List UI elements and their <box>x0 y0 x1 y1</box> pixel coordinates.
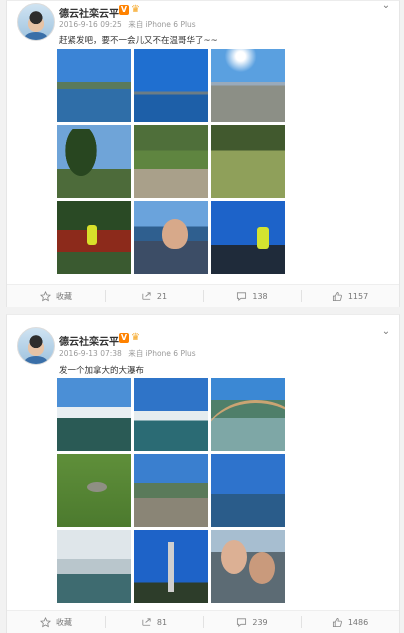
photo-grid <box>57 378 285 603</box>
verified-badge: V <box>119 333 129 343</box>
comment-button[interactable]: 239 <box>203 611 301 633</box>
post-meta: 2016-9-16 09:25 来自 iPhone 6 Plus <box>59 19 200 30</box>
timestamp[interactable]: 2016-9-16 09:25 <box>59 20 122 29</box>
collect-button[interactable]: 收藏 <box>7 285 105 307</box>
photo-railing[interactable] <box>211 201 285 274</box>
chevron-down-icon[interactable]: ⌄ <box>381 1 391 11</box>
weibo-feed: 德云社栾云平 V ♛ ⌄ 2016-9-16 09:25 来自 iPhone 6… <box>0 0 404 633</box>
source: 来自 iPhone 6 Plus <box>128 20 196 29</box>
like-button[interactable]: 1157 <box>301 285 399 307</box>
photo-rainbow[interactable] <box>211 378 285 451</box>
comment-icon <box>236 291 247 302</box>
post-card: 德云社栾云平 V ♛ ⌄ 2016-9-13 07:38 来自 iPhone 6… <box>6 314 400 633</box>
comment-icon <box>236 617 247 628</box>
photo-bench[interactable] <box>211 49 285 122</box>
photo-park[interactable] <box>134 125 208 198</box>
chevron-down-icon[interactable]: ⌄ <box>381 327 391 337</box>
photo-tree[interactable] <box>57 125 131 198</box>
post-text: 赶紧发吧，要不一会儿又不在温哥华了~~ <box>59 36 218 46</box>
avatar[interactable] <box>17 3 55 41</box>
avatar-shirt <box>24 32 48 40</box>
timestamp[interactable]: 2016-9-13 07:38 <box>59 349 122 358</box>
photo-falls-2[interactable] <box>134 378 208 451</box>
photo-falls-1[interactable] <box>57 378 131 451</box>
source: 来自 iPhone 6 Plus <box>128 349 196 358</box>
photo-grid <box>57 49 285 274</box>
post-text: 发一个加拿大的大瀑布 <box>59 366 145 376</box>
photo-harbor[interactable] <box>57 49 131 122</box>
photo-sea[interactable] <box>134 49 208 122</box>
post-card: 德云社栾云平 V ♛ ⌄ 2016-9-16 09:25 来自 iPhone 6… <box>6 0 400 307</box>
photo-rock[interactable] <box>134 454 208 527</box>
comment-count: 138 <box>252 291 268 301</box>
like-count: 1157 <box>347 291 369 301</box>
share-icon <box>141 617 152 628</box>
like-count: 1486 <box>347 617 369 627</box>
action-bar: 收藏 81 239 1486 <box>7 610 399 633</box>
photo-bird-grass[interactable] <box>57 454 131 527</box>
crown-icon: ♛ <box>131 4 140 15</box>
post-meta: 2016-9-13 07:38 来自 iPhone 6 Plus <box>59 348 200 359</box>
photo-selfie[interactable] <box>134 201 208 274</box>
forward-count: 81 <box>156 617 168 627</box>
photo-mist[interactable] <box>57 530 131 603</box>
collect-label: 收藏 <box>56 291 72 301</box>
forward-button[interactable]: 21 <box>105 285 203 307</box>
avatar-shirt <box>24 356 48 364</box>
user-name[interactable]: 德云社栾云平 <box>59 333 119 348</box>
verified-badge: V <box>119 5 129 15</box>
forward-count: 21 <box>156 291 168 301</box>
avatar[interactable] <box>17 327 55 365</box>
photo-lawn[interactable] <box>211 125 285 198</box>
like-button[interactable]: 1486 <box>301 611 399 633</box>
share-icon <box>141 291 152 302</box>
user-name[interactable]: 德云社栾云平 <box>59 5 119 20</box>
photo-bay[interactable] <box>211 454 285 527</box>
photo-flowers[interactable] <box>57 201 131 274</box>
comment-count: 239 <box>252 617 268 627</box>
photo-duo-selfie[interactable] <box>211 530 285 603</box>
star-icon <box>40 290 51 302</box>
thumbs-up-icon <box>332 291 343 302</box>
star-icon <box>40 616 51 628</box>
thumbs-up-icon <box>332 617 343 628</box>
photo-tower[interactable] <box>134 530 208 603</box>
crown-icon: ♛ <box>131 332 140 343</box>
collect-button[interactable]: 收藏 <box>7 611 105 633</box>
action-bar: 收藏 21 138 1157 <box>7 284 399 307</box>
collect-label: 收藏 <box>56 617 72 627</box>
forward-button[interactable]: 81 <box>105 611 203 633</box>
comment-button[interactable]: 138 <box>203 285 301 307</box>
